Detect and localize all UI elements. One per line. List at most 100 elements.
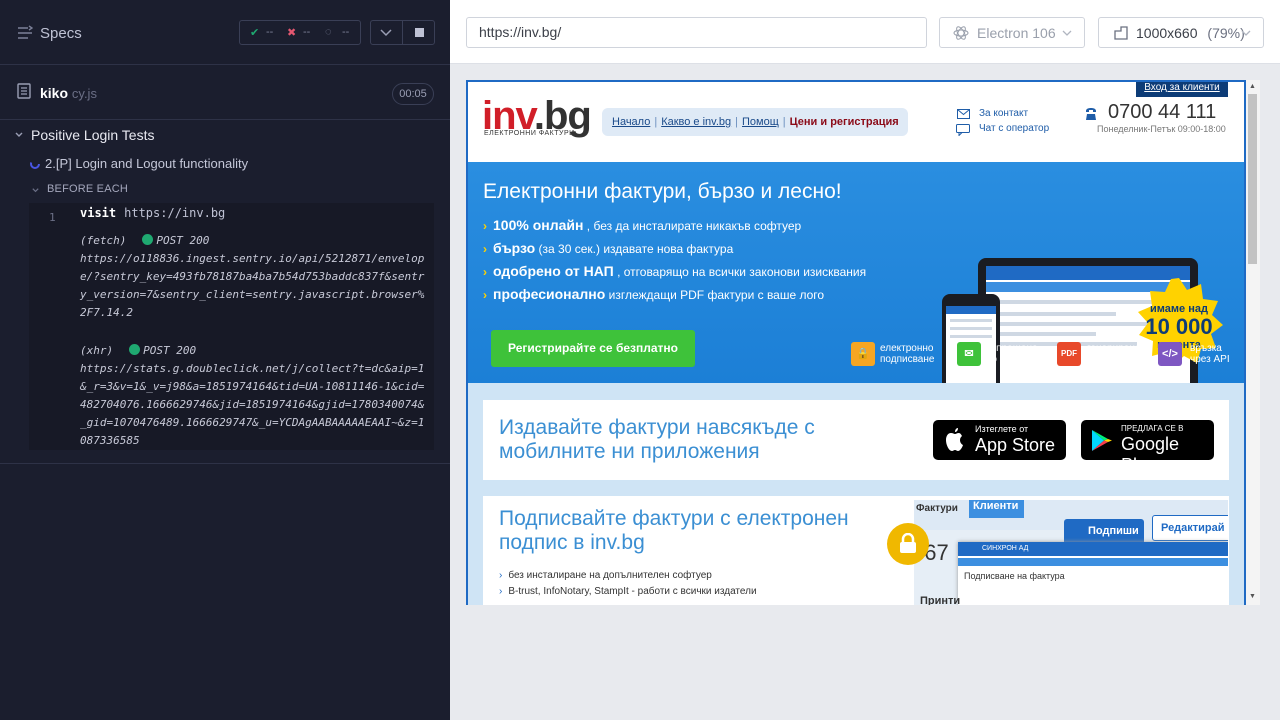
divider xyxy=(0,463,450,464)
nav-help[interactable]: Помощ xyxy=(742,116,779,128)
google-play-big: Google Play xyxy=(1121,434,1180,475)
ruler-icon xyxy=(1114,26,1128,40)
electron-icon xyxy=(953,26,969,40)
passed-icon: ✔ xyxy=(250,27,260,39)
suite-collapse-icon[interactable] xyxy=(14,130,24,140)
shot-tab-clients: Клиенти xyxy=(969,500,1024,518)
feature-api: връзка чрез API xyxy=(1190,343,1230,365)
app-store-small: Изтеглете от xyxy=(975,424,1029,434)
badge-number: 10 000 xyxy=(1145,314,1213,339)
lock-badge-icon xyxy=(887,523,929,565)
hero-title: Електронни фактури, бързо и лесно! xyxy=(483,180,842,203)
viewport-zoom: (79%) xyxy=(1207,25,1245,41)
nav-about[interactable]: Какво е inv.bg xyxy=(661,116,731,128)
code-icon: </> xyxy=(1158,342,1182,366)
mobile-apps-title: Издавайте фактури навсякъде с мобилните н… xyxy=(499,416,815,464)
failed-icon: ✖ xyxy=(287,27,297,39)
scroll-down-icon[interactable]: ▼ xyxy=(1249,593,1256,600)
hero-bullet: › професионално изглеждащи PDF фактури с … xyxy=(483,286,825,302)
chat-link[interactable]: Чат с оператор xyxy=(979,123,1049,134)
command-number: 1 xyxy=(49,211,56,224)
viewport-size: 1000x660 xyxy=(1136,25,1198,41)
pdf-icon: PDF xyxy=(1057,342,1081,366)
hook-collapse-icon[interactable] xyxy=(31,186,40,195)
passed-count: -- xyxy=(266,26,274,38)
nav-pricing[interactable]: Цени и регистрация xyxy=(790,116,899,128)
google-play-button[interactable]: ПРЕДЛАГА СЕ В Google Play xyxy=(1081,420,1214,475)
spec-file-ext: cy.js xyxy=(71,86,97,101)
suite-title[interactable]: Positive Login Tests xyxy=(31,127,154,143)
feature-pdf: генериране на PDF xyxy=(1087,343,1141,365)
log-status: POST 200 xyxy=(143,344,197,357)
failed-count: -- xyxy=(303,26,311,38)
app-store-button[interactable]: Изтеглете от App Store xyxy=(933,420,1066,460)
log-entry-fetch[interactable]: (fetch) POST 200 https://o118836.ingest.s… xyxy=(80,232,430,322)
contact-link[interactable]: За контакт xyxy=(979,108,1028,119)
e-sign-title-line2: подпис в inv.bg xyxy=(499,531,645,554)
phone-icon xyxy=(1086,108,1096,120)
specs-label[interactable]: Specs xyxy=(40,25,82,42)
command-visit[interactable]: visit https://inv.bg xyxy=(80,206,225,220)
runner-panel: Specs ✔ -- ✖ -- ◌ -- kiko cy.js 00:05 Po… xyxy=(0,0,450,720)
status-dot-icon xyxy=(129,344,141,355)
browser-selector[interactable]: Electron 106 xyxy=(939,17,1085,48)
command-log: 1 visit https://inv.bg (fetch) POST 200 ht… xyxy=(29,203,434,450)
chevron-down-button[interactable] xyxy=(370,20,403,45)
logo-subtitle: ЕЛЕКТРОННИ ФАКТУРИ xyxy=(484,130,575,137)
log-status: POST 200 xyxy=(156,234,210,247)
register-free-button[interactable]: Регистрирайте се безплатно xyxy=(491,330,695,367)
running-spinner-icon xyxy=(30,159,40,169)
command-arg: https://inv.bg xyxy=(124,206,226,220)
spec-duration: 00:05 xyxy=(392,83,434,105)
test-title[interactable]: 2.[P] Login and Logout functionality xyxy=(45,156,248,171)
shot-subtitle: Подписване на фактура xyxy=(964,571,1065,581)
spec-name: kiko cy.js xyxy=(40,85,97,101)
shot-print: Принти xyxy=(920,595,961,605)
test-stats: ✔ -- ✖ -- ◌ -- xyxy=(239,20,361,45)
log-entry-xhr[interactable]: (xhr) POST 200 https://stats.g.doubleclic… xyxy=(80,342,430,450)
chevron-down-icon xyxy=(1241,30,1251,36)
log-url: https://stats.g.doubleclick.net/j/collec… xyxy=(80,362,425,447)
app-under-test: inv.bg ЕЛЕКТРОННИ ФАКТУРИ Начало | Какво е… xyxy=(466,80,1246,605)
mail-icon xyxy=(957,109,970,119)
stop-button[interactable] xyxy=(402,20,435,45)
runner-header: Specs ✔ -- ✖ -- ◌ -- xyxy=(0,0,450,65)
browser-label: Electron 106 xyxy=(977,25,1056,41)
scroll-up-icon[interactable]: ▲ xyxy=(1249,83,1256,90)
status-dot-icon xyxy=(142,234,154,245)
scrollbar-thumb[interactable] xyxy=(1248,94,1257,264)
viewport-selector[interactable]: 1000x660 (79%) xyxy=(1098,17,1264,48)
e-sign-screenshot: Фактури Клиенти Подпиши Редактирай 367 С… xyxy=(914,500,1228,605)
working-hours: Понеделник-Петък 09:00-18:00 xyxy=(1097,124,1226,134)
log-url: https://o118836.ingest.sentry.io/api/521… xyxy=(80,252,425,319)
e-sign-item: › без инсталиране на допълнителен софтуер xyxy=(499,570,712,581)
shot-tab-invoices: Фактури xyxy=(916,503,958,514)
pending-icon: ◌ xyxy=(325,26,332,38)
site-nav: Начало | Какво е inv.bg | Помощ | Цени и регис… xyxy=(602,108,908,136)
pending-count: -- xyxy=(342,26,350,38)
client-login-button[interactable]: Вход за клиенти xyxy=(1136,80,1228,97)
aut-scrollbar[interactable]: ▲ ▼ xyxy=(1246,80,1260,605)
document-icon xyxy=(17,83,31,99)
feature-email: изпращане по e-mail xyxy=(986,343,1038,365)
hero-bullet: › одобрено от НАП , отговарящо на всички … xyxy=(483,263,867,279)
shot-company: СИНХРОН АД xyxy=(958,542,1228,556)
phone-number[interactable]: 0700 44 111 xyxy=(1108,101,1216,124)
envelope-icon: ✉ xyxy=(957,342,981,366)
aut-toolbar: https://inv.bg/ Electron 106 1000x660 (7… xyxy=(450,0,1280,64)
hero-banner: Електронни фактури, бързо и лесно! › 100%… xyxy=(466,162,1246,416)
command-name: visit xyxy=(80,206,117,220)
url-bar[interactable]: https://inv.bg/ xyxy=(466,17,927,48)
specs-menu-icon[interactable] xyxy=(17,25,33,41)
log-type: (fetch) xyxy=(80,234,127,247)
mobile-title-line2: мобилните ни приложения xyxy=(499,440,760,463)
mobile-title-line1: Издавайте фактури навсякъде с xyxy=(499,416,815,439)
apple-icon xyxy=(946,428,963,451)
hook-label[interactable]: BEFORE EACH xyxy=(47,183,128,195)
site-header: inv.bg ЕЛЕКТРОННИ ФАКТУРИ Начало | Какво е… xyxy=(466,80,1246,162)
hero-bullet: › 100% онлайн , без да инсталирате никакъ… xyxy=(483,217,802,233)
e-sign-item: › B-trust, InfoNotary, StampIt - работи с… xyxy=(499,586,757,597)
stop-icon xyxy=(415,28,424,37)
nav-home[interactable]: Начало xyxy=(612,116,650,128)
spec-row[interactable]: kiko cy.js 00:05 xyxy=(0,65,450,120)
